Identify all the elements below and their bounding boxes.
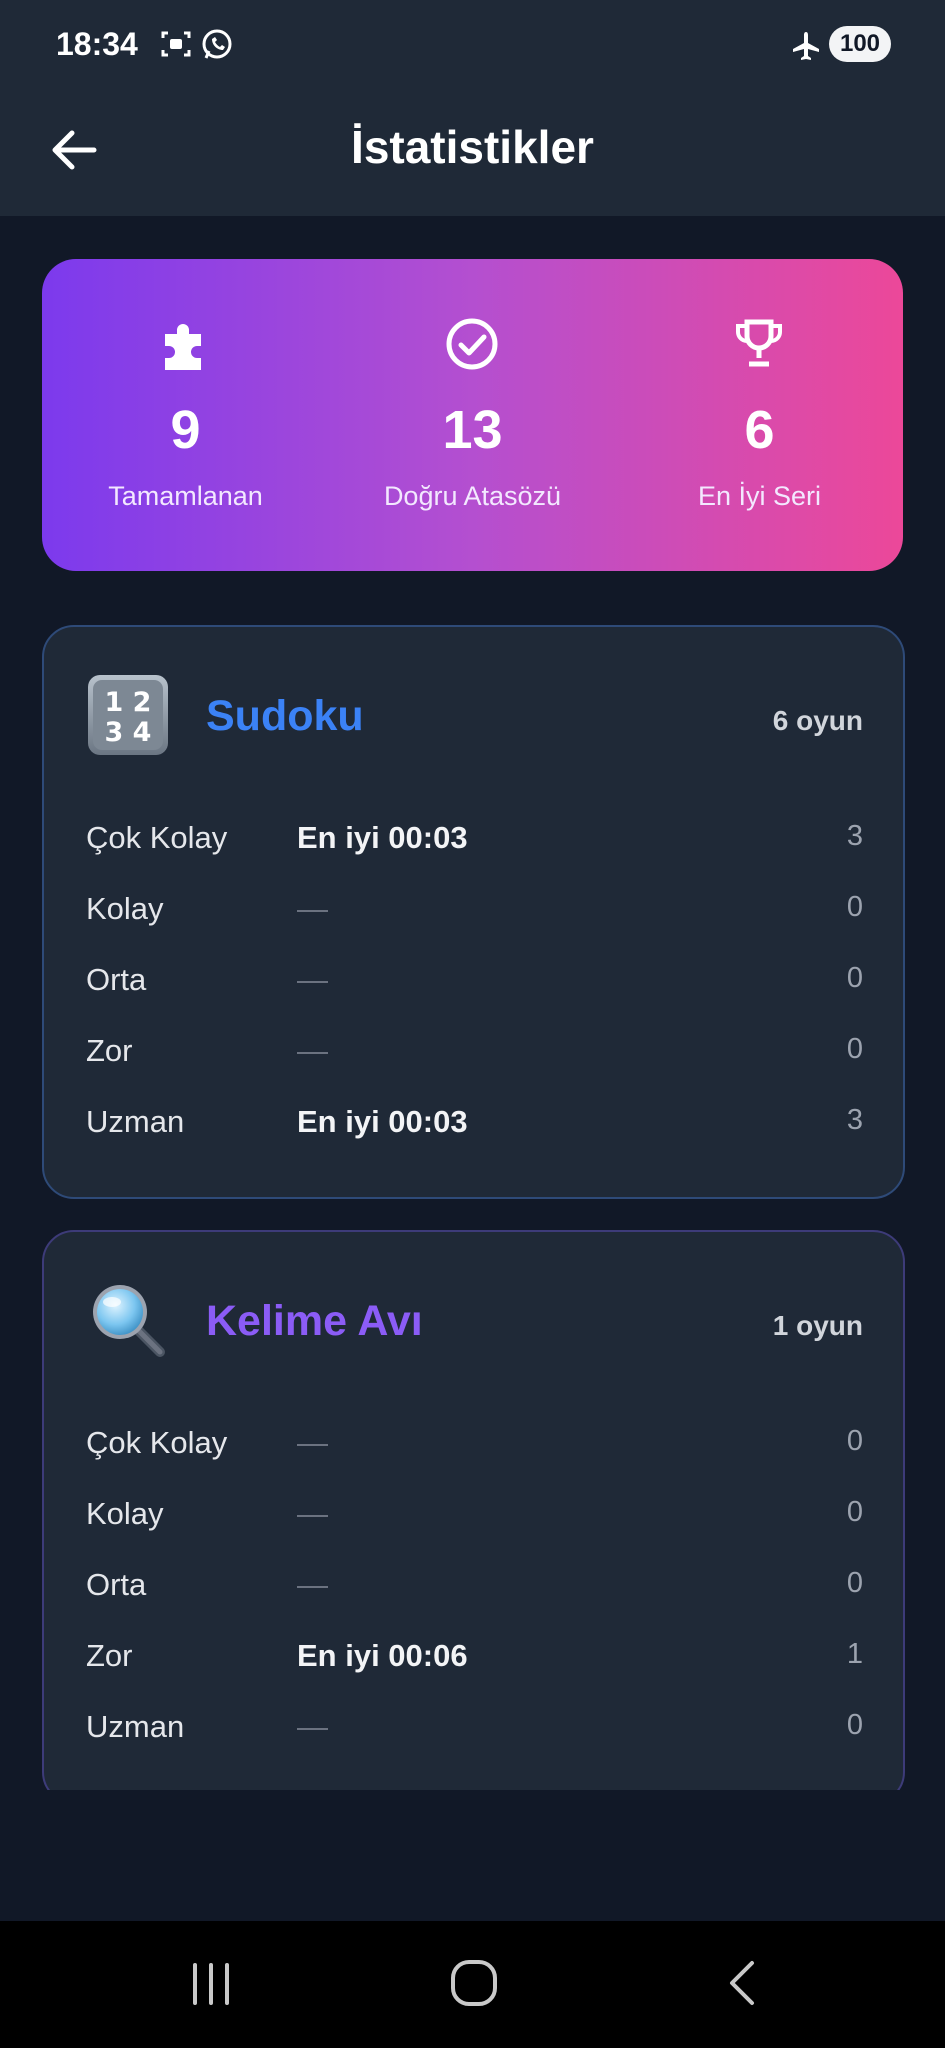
difficulty-label: Çok Kolay	[86, 820, 228, 855]
play-count: 0	[846, 1709, 863, 1741]
card-clip: Kelime Avı 1 oyun Çok Kolay — 0 Kolay — …	[0, 1220, 945, 1790]
keycap-1234-icon: 1 2 3 4	[88, 675, 168, 755]
difficulty-row: Uzman En iyi 00:03 3	[86, 1104, 863, 1154]
status-time: 18:34	[56, 26, 138, 62]
battery-level: 100	[829, 26, 891, 62]
home-button[interactable]	[448, 1957, 500, 2009]
best-time: —	[297, 1567, 328, 1602]
difficulty-label: Orta	[86, 1567, 147, 1602]
difficulty-row: Çok Kolay En iyi 00:03 3	[86, 820, 863, 870]
play-count: 0	[846, 1425, 863, 1457]
stat-value: 6	[744, 400, 775, 460]
difficulty-label: Zor	[86, 1638, 133, 1673]
screenshot-icon	[160, 28, 192, 65]
app-bar: İstatistikler	[0, 90, 945, 216]
stat-value: 13	[442, 400, 503, 460]
difficulty-row: Zor — 0	[86, 1033, 863, 1083]
best-time: —	[297, 1496, 328, 1531]
play-count: 0	[846, 1033, 863, 1065]
difficulty-label: Uzman	[86, 1709, 185, 1744]
best-time: En iyi 00:06	[297, 1638, 468, 1673]
stat-label: Tamamlanan	[108, 481, 263, 511]
difficulty-label: Orta	[86, 962, 147, 997]
difficulty-label: Kolay	[86, 1496, 164, 1531]
airplane-mode-icon	[790, 30, 822, 67]
difficulty-label: Kolay	[86, 891, 164, 926]
svg-text:1 2: 1 2	[105, 687, 152, 718]
status-bar: 18:34 100	[0, 0, 945, 90]
play-count: 0	[846, 1567, 863, 1599]
stat-correct-proverbs: 13 Doğru Atasözü	[329, 259, 616, 571]
stat-best-streak: 6 En İyi Seri	[616, 259, 903, 571]
difficulty-row: Kolay — 0	[86, 1496, 863, 1546]
whatsapp-icon	[200, 28, 234, 67]
games-played-count: 1 oyun	[772, 1310, 863, 1341]
difficulty-row: Orta — 0	[86, 962, 863, 1012]
play-count: 0	[846, 962, 863, 994]
difficulty-row: Orta — 0	[86, 1567, 863, 1617]
play-count: 0	[846, 891, 863, 923]
card-title: Sudoku	[206, 692, 364, 740]
play-count: 3	[846, 1104, 863, 1136]
difficulty-row: Uzman — 0	[86, 1709, 863, 1759]
difficulty-label: Zor	[86, 1033, 133, 1068]
puzzle-icon	[165, 324, 201, 370]
nav-back-button[interactable]	[718, 1957, 768, 2009]
svg-text:3 4: 3 4	[105, 717, 152, 748]
difficulty-row: Kolay — 0	[86, 891, 863, 941]
best-time: —	[297, 1425, 328, 1460]
games-played-count: 6 oyun	[772, 705, 863, 736]
trophy-icon	[736, 319, 782, 367]
difficulty-label: Uzman	[86, 1104, 185, 1139]
difficulty-label: Çok Kolay	[86, 1425, 228, 1460]
magnifying-glass-icon	[93, 1285, 165, 1357]
stat-label: Doğru Atasözü	[383, 481, 562, 511]
summary-card: 9 Tamamlanan 13 Doğru Atasözü 6 En İyi S…	[42, 259, 903, 571]
best-time: —	[297, 891, 328, 926]
difficulty-row: Çok Kolay — 0	[86, 1425, 863, 1475]
game-card-sudoku: 1 2 3 4 Sudoku 6 oyun Çok Kolay En iyi 0…	[42, 625, 905, 1199]
check-circle-icon	[446, 318, 498, 370]
game-card-kelime-avi: Kelime Avı 1 oyun Çok Kolay — 0 Kolay — …	[42, 1230, 905, 1790]
best-time: En iyi 00:03	[297, 820, 468, 855]
page-title: İstatistikler	[351, 121, 594, 173]
system-nav-bar	[0, 1921, 945, 2048]
difficulty-row: Zor En iyi 00:06 1	[86, 1638, 863, 1688]
stat-completed: 9 Tamamlanan	[42, 259, 329, 571]
recent-apps-button[interactable]	[186, 1959, 236, 2009]
best-time: —	[297, 1033, 328, 1068]
play-count: 0	[846, 1496, 863, 1528]
play-count: 3	[846, 820, 863, 852]
best-time: —	[297, 1709, 328, 1744]
card-title: Kelime Avı	[206, 1297, 423, 1345]
best-time: —	[297, 962, 328, 997]
play-count: 1	[846, 1638, 863, 1670]
stat-value: 9	[170, 400, 201, 460]
stat-label: En İyi Seri	[697, 481, 822, 511]
best-time: En iyi 00:03	[297, 1104, 468, 1139]
